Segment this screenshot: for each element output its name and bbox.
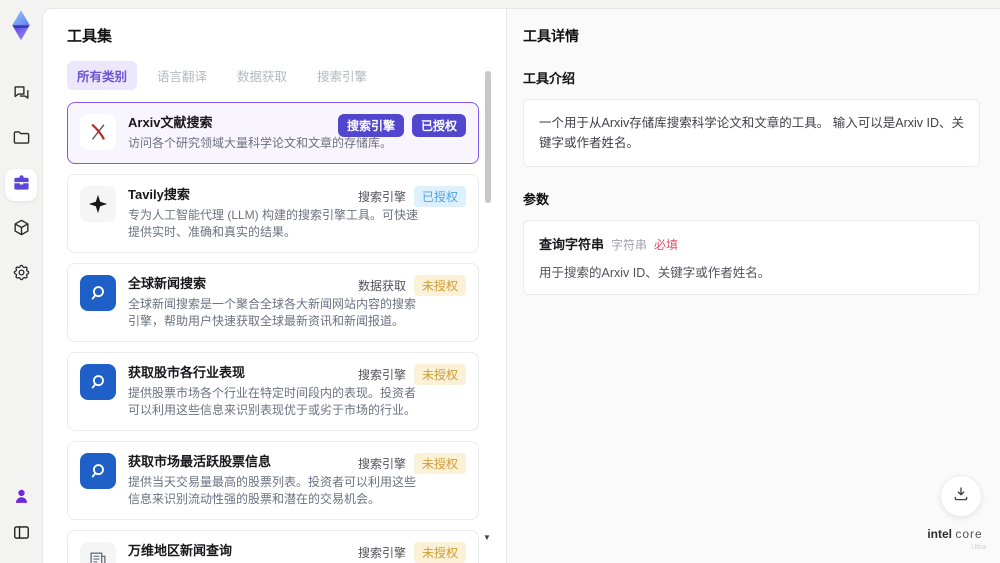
tool-badges: 搜索引擎 已授权 xyxy=(358,186,466,207)
blue-search-icon xyxy=(80,364,116,400)
tool-desc: 全球新闻搜索是一个聚合全球各大新闻网站内容的搜索引擎，帮助用户快速获取全球最新资… xyxy=(128,297,417,328)
newspaper-icon xyxy=(80,542,116,563)
param-box: 查询字符串 字符串 必填 用于搜索的Arxiv ID、关键字或作者姓名。 xyxy=(523,220,980,295)
chat-icon xyxy=(12,83,31,107)
folder-icon xyxy=(12,128,31,152)
content-frame: 工具集 所有类别 语言翻译 数据获取 搜索引擎 Arxiv文献搜索 访问各个研究… xyxy=(42,8,1000,563)
auth-status-badge: 已授权 xyxy=(413,186,466,207)
param-desc: 用于搜索的Arxiv ID、关键字或作者姓名。 xyxy=(539,266,771,280)
tavily-star-icon xyxy=(80,186,116,222)
tool-card-arxiv[interactable]: Arxiv文献搜索 访问各个研究领域大量科学论文和文章的存储库。 搜索引擎 已授… xyxy=(67,102,479,164)
tool-detail-panel: 工具详情 工具介绍 一个用于从Arxiv存储库搜索科学论文和文章的工具。 输入可… xyxy=(506,9,1000,563)
app-logo-icon[interactable] xyxy=(6,9,36,41)
intro-box: 一个用于从Arxiv存储库搜索科学论文和文章的工具。 输入可以是Arxiv ID… xyxy=(523,99,980,167)
sidebar-bottom xyxy=(0,485,42,549)
toolbox-icon xyxy=(12,173,31,197)
category-label: 搜索引擎 xyxy=(357,457,406,471)
tool-badges: 搜索引擎 未授权 xyxy=(358,542,466,563)
detail-title: 工具详情 xyxy=(523,28,579,44)
param-header: 查询字符串 字符串 必填 xyxy=(539,234,964,253)
sidebar-item-package[interactable] xyxy=(5,214,37,246)
gear-icon xyxy=(12,263,31,287)
tool-desc: 提供股票市场各个行业在特定时间段内的表现。投资者可以利用这些信息来识别表现优于或… xyxy=(128,386,417,417)
arxiv-icon xyxy=(80,114,116,150)
panel-toggle-icon xyxy=(12,523,31,547)
brand-core-text: core xyxy=(955,527,983,541)
package-icon xyxy=(12,218,31,242)
tab-all-categories[interactable]: 所有类别 xyxy=(67,61,138,90)
params-heading: 参数 xyxy=(523,192,550,207)
intel-core-logo: intel core Ultra xyxy=(920,525,990,551)
download-button[interactable] xyxy=(940,475,982,517)
intro-text: 一个用于从Arxiv存储库搜索科学论文和文章的工具。 输入可以是Arxiv ID… xyxy=(539,116,965,150)
blue-search-icon xyxy=(80,453,116,489)
intro-heading: 工具介绍 xyxy=(523,71,576,86)
tool-card-active-stocks[interactable]: 获取市场最活跃股票信息 提供当天交易量最高的股票列表。投资者可以利用这些信息来识… xyxy=(67,441,479,520)
brand-sub-text: Ultra xyxy=(971,544,986,551)
auth-status-badge: 已授权 xyxy=(411,114,466,137)
tool-badges: 数据获取 未授权 xyxy=(358,275,466,296)
download-icon xyxy=(952,485,970,508)
auth-status-badge: 未授权 xyxy=(413,364,466,385)
list-scrollbar[interactable] xyxy=(485,71,491,203)
tool-desc: 访问各个研究领域大量科学论文和文章的存储库。 xyxy=(128,136,393,150)
tool-desc: 提供当天交易量最高的股票列表。投资者可以利用这些信息来识别流动性强的股票和潜在的… xyxy=(128,475,417,506)
sidebar-nav xyxy=(0,79,42,291)
tool-desc: 专为人工智能代理 (LLM) 构建的搜索引擎工具。可快速提供实时、准确和真实的结… xyxy=(128,208,419,239)
param-name: 查询字符串 xyxy=(539,237,605,252)
param-type: 字符串 xyxy=(611,238,648,252)
param-required-badge: 必填 xyxy=(654,238,679,252)
category-label: 搜索引擎 xyxy=(357,190,406,204)
auth-status-badge: 未授权 xyxy=(413,453,466,474)
tool-card-tavily[interactable]: Tavily搜索 专为人工智能代理 (LLM) 构建的搜索引擎工具。可快速提供实… xyxy=(67,174,479,253)
scroll-down-icon[interactable]: ▼ xyxy=(483,533,491,542)
sidebar-item-panel-toggle[interactable] xyxy=(7,521,35,549)
tool-badges: 搜索引擎 已授权 xyxy=(337,114,466,137)
tab-data-fetch[interactable]: 数据获取 xyxy=(227,61,297,90)
sidebar-item-folder[interactable] xyxy=(5,124,37,156)
auth-status-badge: 未授权 xyxy=(413,542,466,563)
category-label: 搜索引擎 xyxy=(357,546,406,560)
tab-language-translation[interactable]: 语言翻译 xyxy=(147,61,217,90)
tool-name: 万维地区新闻查询 xyxy=(128,543,233,558)
tool-list-panel: 工具集 所有类别 语言翻译 数据获取 搜索引擎 Arxiv文献搜索 访问各个研究… xyxy=(43,9,506,563)
sidebar-item-toolbox[interactable] xyxy=(5,169,37,201)
tool-badges: 搜索引擎 未授权 xyxy=(358,364,466,385)
category-tabs: 所有类别 语言翻译 数据获取 搜索引擎 xyxy=(67,61,506,90)
auth-status-badge: 未授权 xyxy=(413,275,466,296)
user-icon xyxy=(12,487,31,511)
blue-search-icon xyxy=(80,275,116,311)
tool-card-global-news[interactable]: 全球新闻搜索 全球新闻搜索是一个聚合全球各大新闻网站内容的搜索引擎，帮助用户快速… xyxy=(67,263,479,342)
category-label: 数据获取 xyxy=(357,279,406,293)
tool-badges: 搜索引擎 未授权 xyxy=(358,453,466,474)
sidebar-item-settings[interactable] xyxy=(5,259,37,291)
tool-card-stock-sectors[interactable]: 获取股市各行业表现 提供股票市场各个行业在特定时间段内的表现。投资者可以利用这些… xyxy=(67,352,479,431)
tab-search-engine[interactable]: 搜索引擎 xyxy=(307,61,377,90)
tool-card-regional-news[interactable]: 万维地区新闻查询 查询具体行政区划内的新闻，快速了解各地新闻动 搜索引擎 未授权 xyxy=(67,530,479,563)
sidebar-item-profile[interactable] xyxy=(7,485,35,513)
category-badge: 搜索引擎 xyxy=(337,114,404,137)
sidebar-item-chat[interactable] xyxy=(5,79,37,111)
tool-list: Arxiv文献搜索 访问各个研究领域大量科学论文和文章的存储库。 搜索引擎 已授… xyxy=(67,102,479,563)
page-title: 工具集 xyxy=(67,28,113,45)
brand-intel-text: intel xyxy=(927,527,952,541)
sidebar xyxy=(0,0,42,563)
category-label: 搜索引擎 xyxy=(357,368,406,382)
